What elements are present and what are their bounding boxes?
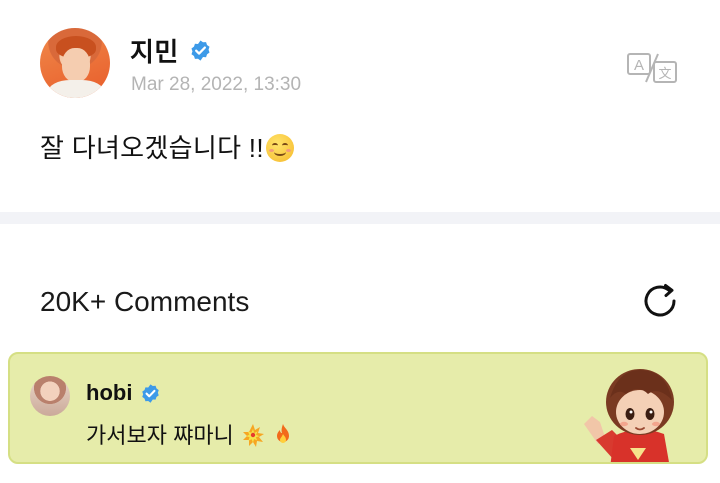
collision-emoji — [242, 424, 264, 447]
comments-count-title: 20K+ Comments — [40, 286, 250, 317]
author-name[interactable]: 지민 — [130, 32, 179, 69]
comment-text: 가서보자 쨔마니 — [86, 418, 294, 450]
post-timestamp: Mar 28, 2022, 13:30 — [131, 74, 302, 95]
author-row: 지민 — [130, 32, 212, 69]
post-text: 잘 다녀오겠습니다 !! — [40, 128, 294, 165]
highlighted-comment[interactable]: hobi 가서보자 쨔마니 — [8, 352, 708, 464]
comment-author-avatar[interactable] — [30, 376, 70, 416]
refresh-icon[interactable] — [638, 281, 682, 321]
svg-text:A: A — [634, 57, 644, 74]
verified-badge-icon — [142, 383, 160, 403]
author-avatar[interactable] — [40, 28, 110, 98]
smiling-face-emoji — [265, 134, 294, 162]
comment-author-name[interactable]: hobi — [86, 380, 132, 406]
verified-badge-icon — [191, 40, 210, 61]
comment-author-row: hobi — [86, 380, 161, 406]
svg-text:文: 文 — [658, 67, 671, 82]
comment-text-content: 가서보자 쨔마니 — [86, 423, 234, 448]
fire-emoji — [277, 424, 290, 443]
translate-icon[interactable]: A 文 — [626, 50, 678, 86]
character-sticker — [584, 369, 674, 462]
section-divider — [0, 212, 720, 224]
post-text-content: 잘 다녀오겠습니다 !! — [40, 133, 264, 163]
post: 지민 Mar 28, 2022, 13:30 A 文 잘 다녀오겠습니다 !! — [0, 0, 720, 212]
